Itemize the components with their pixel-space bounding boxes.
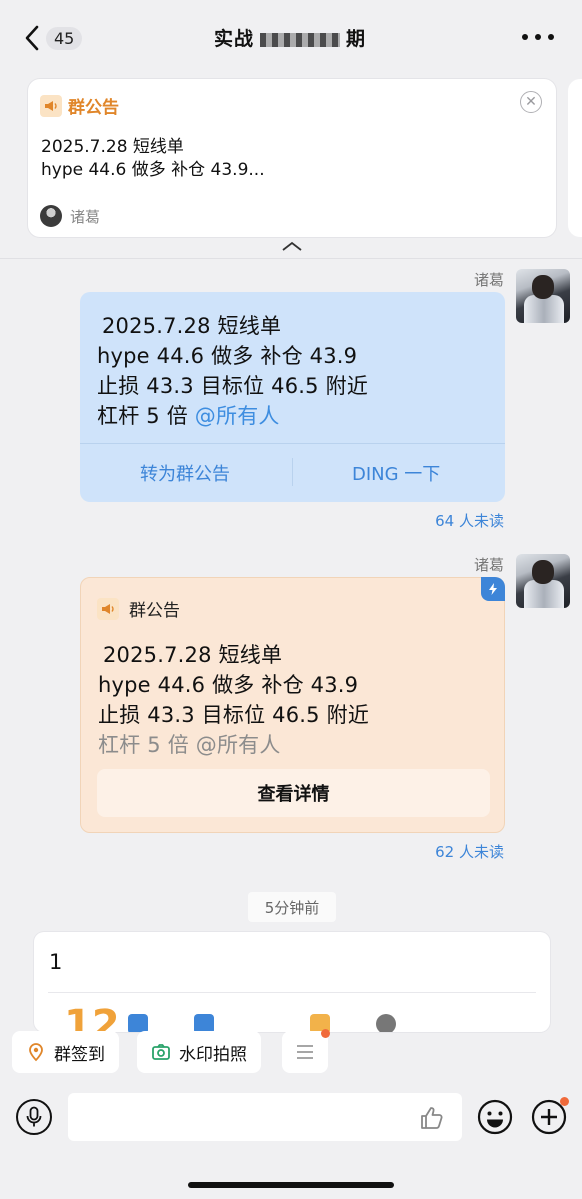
- author-avatar: [40, 205, 62, 227]
- announcement-header: 群公告: [40, 93, 119, 118]
- divider: [48, 992, 536, 993]
- camera-icon: [152, 1044, 170, 1060]
- location-pin-icon: [29, 1043, 43, 1062]
- input-bar: [0, 1082, 582, 1199]
- message-line-4: 杠杆 5 倍 @所有人: [98, 733, 281, 757]
- chevron-up-icon[interactable]: [281, 240, 303, 252]
- read-status[interactable]: 62 人未读: [435, 841, 504, 862]
- watermark-photo-label: 水印拍照: [179, 1044, 247, 1065]
- chat-title-end: 期: [346, 28, 367, 50]
- more-dot-icon: [535, 34, 541, 40]
- back-button[interactable]: 45: [22, 22, 84, 54]
- avatar: [376, 1014, 396, 1032]
- microphone-icon: [26, 1106, 42, 1127]
- chat-header: 45 实战 期: [0, 0, 582, 72]
- more-dot-icon: [522, 34, 528, 40]
- watermark-photo-button[interactable]: 水印拍照: [137, 1031, 261, 1073]
- announcement-label: 群公告: [129, 601, 180, 621]
- avatar[interactable]: [516, 554, 570, 608]
- notification-dot: [560, 1097, 569, 1106]
- divider: [80, 443, 505, 444]
- read-status[interactable]: 64 人未读: [435, 510, 504, 531]
- app-icon: [194, 1014, 214, 1032]
- app-icon: [128, 1014, 148, 1032]
- announcement-line-2: hype 44.6 做多 补仓 43.9...: [41, 160, 265, 180]
- announcement-label: 群公告: [68, 98, 119, 118]
- group-checkin-button[interactable]: 群签到: [12, 1031, 119, 1073]
- view-details-button[interactable]: 查看详情: [97, 769, 490, 817]
- chat-title-start: 实战: [213, 28, 254, 50]
- mention-all-link[interactable]: @所有人: [195, 404, 280, 428]
- ding-button[interactable]: DING 一下: [352, 460, 440, 486]
- message-line-1: 2025.7.28 短线单: [102, 314, 282, 338]
- avatar[interactable]: [516, 269, 570, 323]
- close-icon: ✕: [525, 94, 537, 110]
- divider: [0, 258, 582, 259]
- pinned-announcement-card[interactable]: 群公告 ✕ 2025.7.28 短线单 hype 44.6 做多 补仓 43.9…: [28, 79, 556, 237]
- unread-count-badge: 45: [46, 26, 83, 50]
- sender-name: 诸葛: [473, 271, 504, 289]
- message-line-2: hype 44.6 做多 补仓 43.9: [98, 673, 359, 697]
- megaphone-icon: [40, 94, 62, 117]
- notification-dot: [321, 1029, 330, 1038]
- announcement-author: 诸葛: [40, 205, 100, 227]
- close-announcement-button[interactable]: ✕: [520, 91, 542, 113]
- lightning-icon: [481, 577, 505, 601]
- next-announcement-card[interactable]: [568, 79, 582, 237]
- announcement-header: 群公告: [97, 596, 180, 621]
- more-dot-icon: [548, 34, 554, 40]
- emoji-icon[interactable]: [476, 1098, 514, 1136]
- message-input[interactable]: [68, 1093, 462, 1141]
- redacted-title-block: [260, 32, 340, 47]
- sender-name: 诸葛: [473, 556, 504, 574]
- time-divider: 5分钟前: [248, 892, 336, 922]
- message-line-1: 2025.7.28 短线单: [103, 643, 283, 667]
- message-bubble[interactable]: 2025.7.28 短线单 hype 44.6 做多 补仓 43.9 止损 43…: [80, 292, 505, 502]
- chat-title: 实战 期: [150, 24, 430, 51]
- message-line-3: 止损 43.3 目标位 46.5 附近: [97, 374, 369, 398]
- message-line-3: 止损 43.3 目标位 46.5 附近: [98, 703, 370, 727]
- menu-icon: [297, 1045, 313, 1059]
- megaphone-icon: [97, 597, 119, 620]
- message-text: 1: [49, 950, 63, 974]
- home-indicator: [188, 1182, 394, 1188]
- divider: [292, 458, 293, 486]
- voice-input-button[interactable]: [16, 1099, 52, 1135]
- more-options-button[interactable]: [522, 34, 554, 40]
- chevron-left-icon: [25, 25, 39, 51]
- more-quick-actions-button[interactable]: [282, 1029, 330, 1073]
- make-announcement-button[interactable]: 转为群公告: [140, 460, 230, 486]
- checkin-label: 群签到: [54, 1044, 105, 1065]
- announcement-message-bubble[interactable]: 群公告 2025.7.28 短线单 hype 44.6 做多 补仓 43.9 止…: [80, 577, 505, 833]
- message-line-2: hype 44.6 做多 补仓 43.9: [97, 344, 358, 368]
- svg-text:12: 12: [64, 1004, 120, 1032]
- message-line-4: 杠杆 5 倍 @所有人: [97, 400, 280, 430]
- author-name: 诸葛: [70, 207, 101, 226]
- thumbs-up-icon[interactable]: [418, 1104, 446, 1132]
- message-text: 杠杆 5 倍: [97, 404, 195, 428]
- message-bubble[interactable]: 1 12: [34, 932, 550, 1032]
- announcement-line-1: 2025.7.28 短线单: [41, 137, 184, 157]
